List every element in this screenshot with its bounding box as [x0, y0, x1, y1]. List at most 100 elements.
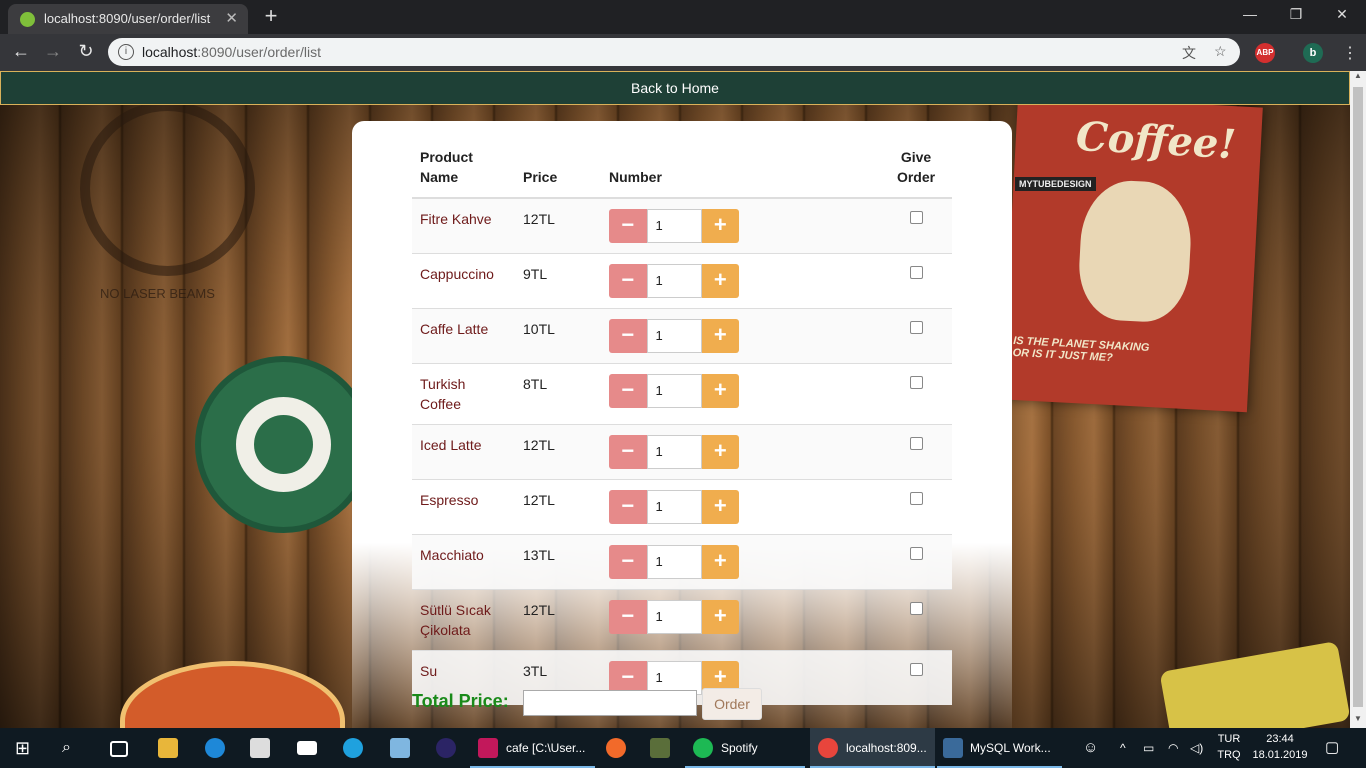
increase-button[interactable]: +: [701, 264, 739, 298]
taskbar-item-label: localhost:809...: [846, 741, 927, 755]
site-info-icon[interactable]: i: [118, 44, 134, 60]
close-window-icon[interactable]: ✕: [1322, 6, 1362, 23]
decrease-button[interactable]: −: [609, 490, 647, 524]
taskbar-item-chrome[interactable]: localhost:809...: [810, 728, 935, 768]
file-explorer-icon[interactable]: [158, 738, 178, 758]
increase-button[interactable]: +: [701, 209, 739, 243]
increase-button[interactable]: +: [701, 435, 739, 469]
total-price-field[interactable]: [523, 690, 697, 716]
volume-icon[interactable]: ◁): [1190, 728, 1203, 768]
decrease-button[interactable]: −: [609, 264, 647, 298]
decrease-button[interactable]: −: [609, 374, 647, 408]
quantity-input[interactable]: 1: [646, 209, 702, 243]
task-view-icon[interactable]: [110, 741, 128, 757]
new-tab-button[interactable]: +: [258, 4, 284, 30]
product-price: 12TL: [515, 197, 601, 254]
give-order-checkbox[interactable]: [909, 602, 923, 615]
notification-center-icon[interactable]: ▢: [1325, 728, 1339, 768]
scroll-up-icon[interactable]: ▲: [1350, 71, 1366, 85]
skype-icon[interactable]: [343, 738, 363, 758]
translate-icon[interactable]: 文: [1182, 43, 1196, 63]
input-language[interactable]: TUR TRQ: [1212, 731, 1246, 763]
chrome-icon: [818, 738, 838, 758]
battery-icon[interactable]: ▭: [1143, 728, 1154, 768]
product-price: 8TL: [515, 363, 601, 425]
increase-button[interactable]: +: [701, 490, 739, 524]
give-order-checkbox[interactable]: [909, 266, 923, 279]
increase-button[interactable]: +: [701, 545, 739, 579]
order-button[interactable]: Order: [702, 688, 762, 720]
quantity-input[interactable]: 1: [646, 319, 702, 353]
profile-avatar[interactable]: b: [1303, 43, 1323, 63]
wifi-icon[interactable]: ◠: [1168, 728, 1178, 768]
decrease-button[interactable]: −: [609, 209, 647, 243]
scrollbar-thumb[interactable]: [1353, 87, 1363, 707]
product-price: 10TL: [515, 308, 601, 364]
adblock-extension-icon[interactable]: ABP: [1255, 43, 1275, 63]
decrease-button[interactable]: −: [609, 545, 647, 579]
page-scrollbar[interactable]: ▲ ▼: [1350, 71, 1366, 728]
edge-icon[interactable]: [205, 738, 225, 758]
sourcetree-icon[interactable]: [650, 738, 670, 758]
increase-button[interactable]: +: [701, 319, 739, 353]
table-row: Sütlü Sıcak Çikolata 12TL −1 +: [412, 589, 952, 651]
taskbar-item-spotify[interactable]: Spotify: [685, 728, 805, 768]
increase-button[interactable]: +: [701, 600, 739, 634]
quantity-stepper: −1 +: [609, 435, 739, 469]
quantity-input[interactable]: 1: [646, 435, 702, 469]
address-bar[interactable]: i localhost:8090/user/order/list 文 ☆: [108, 38, 1240, 66]
people-icon[interactable]: ☺: [1083, 728, 1098, 768]
browser-tab[interactable]: localhost:8090/user/order/list ✕: [8, 4, 248, 34]
decrease-button[interactable]: −: [609, 435, 647, 469]
eclipse-icon[interactable]: [436, 738, 456, 758]
product-name: Caffe Latte: [412, 308, 515, 364]
search-icon[interactable]: ⌕: [62, 738, 82, 758]
windows-taskbar: ⊞ ⌕ cafe [C:\User... Spotify localhost:8…: [0, 728, 1366, 768]
close-tab-icon[interactable]: ✕: [225, 9, 238, 27]
give-order-checkbox[interactable]: [909, 663, 923, 676]
give-order-cell: [880, 363, 952, 425]
show-hidden-icons-icon[interactable]: ^: [1120, 728, 1126, 768]
quantity-input[interactable]: 1: [646, 490, 702, 524]
browser-menu-icon[interactable]: ⋮: [1342, 43, 1358, 63]
taskbar-item-intellij[interactable]: cafe [C:\User...: [470, 728, 595, 768]
mail-icon[interactable]: [297, 741, 317, 755]
decrease-button[interactable]: −: [609, 600, 647, 634]
increase-button[interactable]: +: [701, 374, 739, 408]
give-order-checkbox[interactable]: [909, 321, 923, 334]
quantity-input[interactable]: 1: [646, 374, 702, 408]
quantity-input[interactable]: 1: [646, 545, 702, 579]
give-order-checkbox[interactable]: [909, 492, 923, 505]
back-arrow-icon[interactable]: ←: [8, 41, 34, 62]
postman-icon[interactable]: [606, 738, 626, 758]
give-order-checkbox[interactable]: [909, 547, 923, 560]
coffee-poster: Coffee! IS THE PLANET SHAKING OR IS IT J…: [1002, 94, 1263, 413]
store-icon[interactable]: [250, 738, 270, 758]
give-order-checkbox[interactable]: [909, 376, 923, 389]
bookmark-star-icon[interactable]: ☆: [1214, 43, 1227, 60]
give-order-checkbox[interactable]: [909, 437, 923, 450]
quantity-input[interactable]: 1: [646, 264, 702, 298]
taskbar-item-mysql[interactable]: MySQL Work...: [937, 728, 1062, 768]
quantity-stepper: −1 +: [609, 490, 739, 524]
windows-start-icon[interactable]: ⊞: [15, 738, 35, 758]
give-order-checkbox[interactable]: [909, 211, 923, 224]
keyboard-code: TRQ: [1217, 749, 1241, 761]
restore-icon[interactable]: ❐: [1276, 6, 1316, 23]
give-order-cell: [880, 197, 952, 254]
back-to-home-button[interactable]: Back to Home: [0, 71, 1350, 105]
quantity-input[interactable]: 1: [646, 600, 702, 634]
reload-icon[interactable]: ↻: [73, 41, 99, 62]
decrease-button[interactable]: −: [609, 319, 647, 353]
total-price-label: Total Price:: [412, 691, 509, 711]
tab-title: localhost:8090/user/order/list: [44, 11, 211, 26]
product-name: Sütlü Sıcak Çikolata: [412, 589, 515, 651]
product-price: 12TL: [515, 479, 601, 535]
table-row: Fitre Kahve 12TL −1 +: [412, 197, 952, 254]
system-clock[interactable]: 23:44 18.01.2019: [1250, 731, 1310, 763]
mysql-workbench-icon: [943, 738, 963, 758]
virtualbox-icon[interactable]: [390, 738, 410, 758]
scroll-down-icon[interactable]: ▼: [1350, 714, 1366, 728]
minimize-icon[interactable]: —: [1230, 6, 1270, 22]
forward-arrow-icon[interactable]: →: [40, 41, 66, 62]
